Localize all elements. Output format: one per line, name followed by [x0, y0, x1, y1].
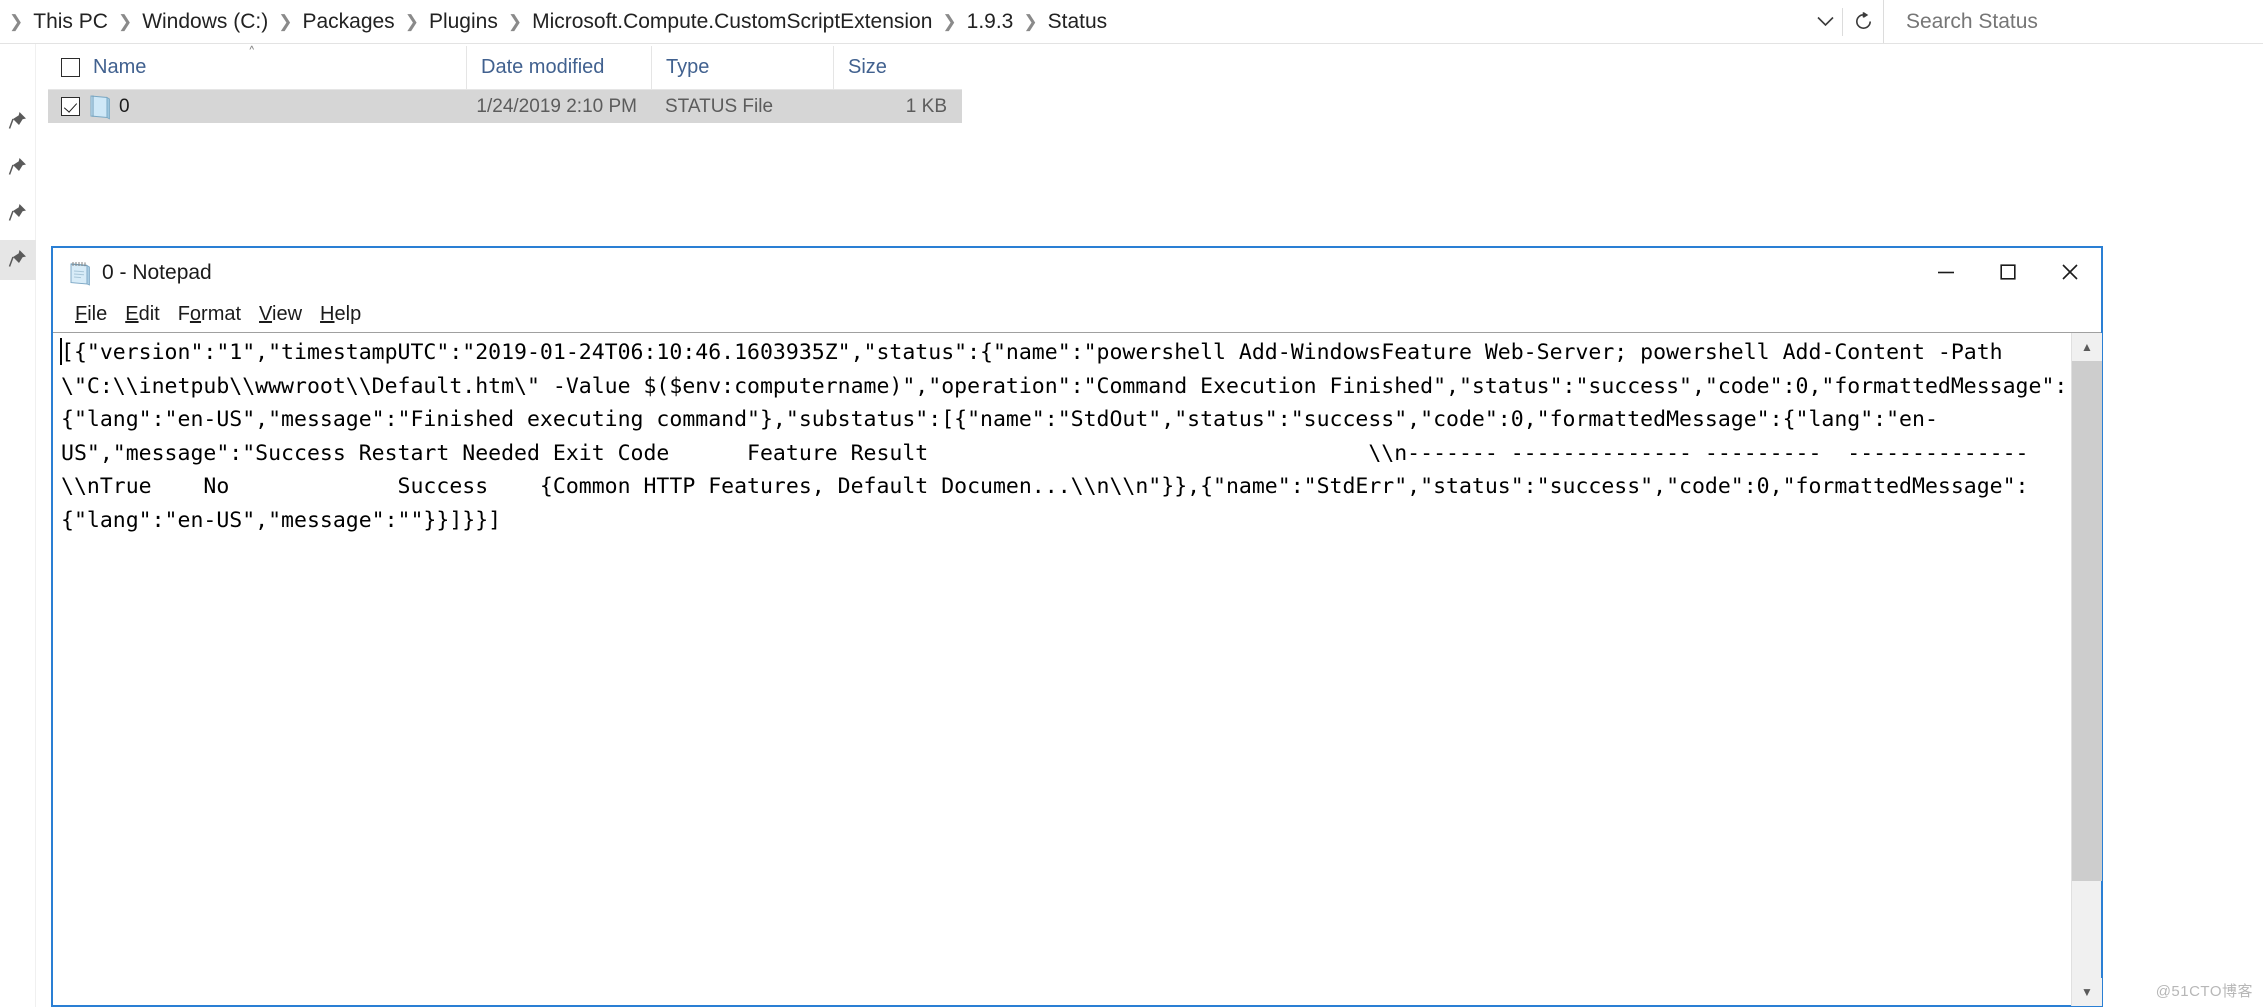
column-header-name[interactable]: Name ˄ [48, 44, 466, 89]
breadcrumb-item-extension[interactable]: Microsoft.Compute.CustomScriptExtension [527, 6, 937, 38]
search-input[interactable]: Search Status [1883, 0, 2263, 43]
scroll-up-icon[interactable]: ▲ [2072, 333, 2102, 361]
notepad-edit-area[interactable]: [{"version":"1","timestampUTC":"2019-01-… [53, 332, 2102, 1006]
menu-view[interactable]: View [250, 300, 311, 328]
scrollbar-thumb[interactable] [2072, 361, 2102, 881]
column-header-name-label: Name [93, 56, 147, 78]
close-button[interactable] [2039, 248, 2101, 296]
column-header-size[interactable]: Size [833, 46, 958, 89]
pin-icon-4[interactable] [8, 248, 28, 268]
pin-icon-3[interactable] [8, 202, 28, 222]
menu-format[interactable]: Format [169, 300, 250, 328]
column-header-date-modified-label: Date modified [481, 56, 605, 78]
maximize-button[interactable] [1977, 248, 2039, 296]
menu-edit[interactable]: Edit [116, 300, 168, 328]
minimize-button[interactable] [1915, 248, 1977, 296]
column-header-type-label: Type [666, 56, 710, 78]
breadcrumb-separator-2: ❯ [278, 11, 293, 31]
scroll-down-icon[interactable]: ▼ [2072, 978, 2102, 1006]
file-list-header: Name ˄ Date modified Type Size [48, 44, 962, 90]
file-type-cell: STATUS File [665, 95, 774, 117]
breadcrumb-separator-0: ❯ [9, 11, 24, 31]
sort-ascending-icon: ˄ [248, 44, 256, 62]
breadcrumb[interactable]: ❯ This PC ❯ Windows (C:) ❯ Packages ❯ Pl… [0, 0, 1808, 44]
breadcrumb-separator-4: ❯ [507, 11, 523, 31]
notepad-title-label: 0 - Notepad [102, 261, 212, 284]
watermark: @51CTO博客 [2155, 983, 2253, 1000]
notepad-icon [67, 260, 93, 286]
chevron-down-icon[interactable] [1808, 2, 1842, 42]
column-header-size-label: Size [848, 56, 887, 78]
refresh-icon[interactable] [1843, 2, 1883, 42]
explorer-address-bar: ❯ This PC ❯ Windows (C:) ❯ Packages ❯ Pl… [0, 0, 2263, 44]
file-date-cell: 1/24/2019 2:10 PM [476, 95, 637, 117]
breadcrumb-separator-1: ❯ [117, 11, 133, 31]
explorer-left-rail [0, 44, 36, 1007]
address-bar-controls: Search Status [1808, 0, 2263, 44]
vertical-scrollbar[interactable]: ▲ ▼ [2071, 333, 2102, 1006]
search-placeholder: Search Status [1906, 9, 2038, 33]
text-caret [60, 338, 62, 365]
breadcrumb-item-status[interactable]: Status [1043, 6, 1113, 38]
breadcrumb-item-packages[interactable]: Packages [297, 6, 399, 38]
notepad-window-controls [1915, 248, 2101, 296]
breadcrumb-item-plugins[interactable]: Plugins [424, 6, 503, 38]
column-header-type[interactable]: Type [651, 46, 833, 89]
breadcrumb-item-this-pc[interactable]: This PC [28, 6, 113, 38]
menu-file[interactable]: File [66, 300, 116, 328]
notepad-menu-bar: File Edit Format View Help [53, 298, 2101, 330]
breadcrumb-item-version[interactable]: 1.9.3 [962, 6, 1019, 38]
menu-help[interactable]: Help [311, 300, 370, 328]
status-file-icon [86, 94, 114, 120]
select-all-checkbox[interactable] [61, 58, 80, 77]
notepad-window: 0 - Notepad File Edit Format View Help [… [51, 246, 2103, 1007]
table-row[interactable]: 0 1/24/2019 2:10 PM STATUS File 1 KB [48, 90, 962, 123]
file-name-label: 0 [119, 95, 130, 117]
breadcrumb-item-windows-c[interactable]: Windows (C:) [137, 6, 273, 38]
notepad-text-content[interactable]: [{"version":"1","timestampUTC":"2019-01-… [53, 333, 2071, 1005]
file-size-cell: 1 KB [905, 95, 947, 117]
column-header-date-modified[interactable]: Date modified [466, 46, 651, 89]
breadcrumb-separator-5: ❯ [942, 11, 957, 31]
pin-icon-2[interactable] [8, 156, 28, 176]
breadcrumb-separator-6: ❯ [1023, 11, 1038, 31]
breadcrumb-separator-3: ❯ [404, 11, 419, 31]
pin-icon-1[interactable] [8, 110, 28, 130]
row-checkbox[interactable] [61, 97, 80, 116]
file-name-cell[interactable]: 0 [48, 90, 466, 123]
notepad-title-bar[interactable]: 0 - Notepad [53, 248, 2101, 298]
